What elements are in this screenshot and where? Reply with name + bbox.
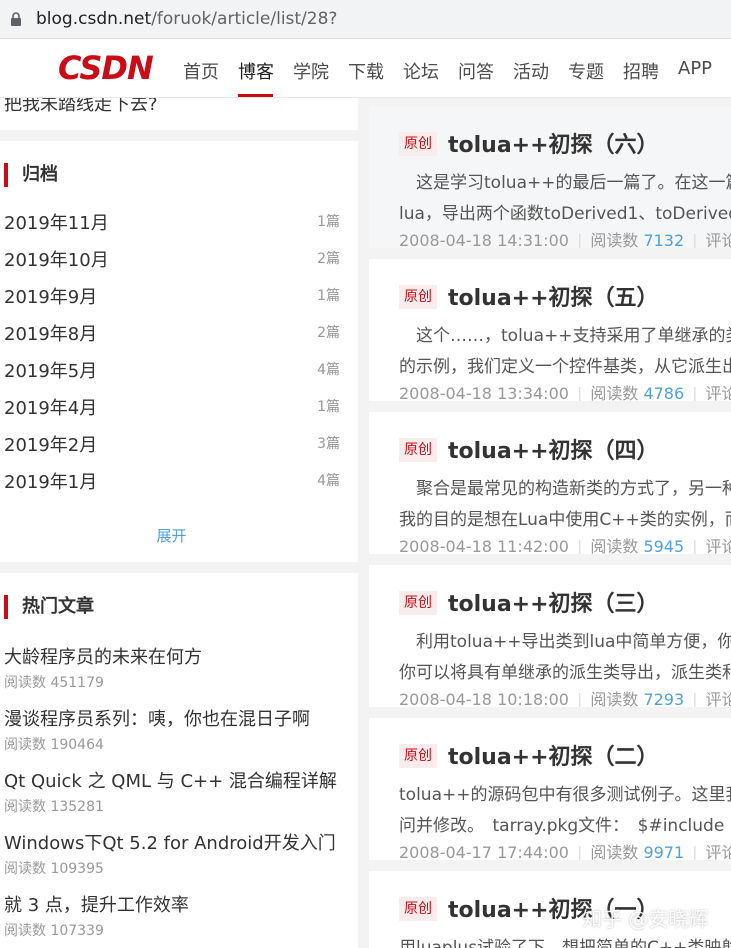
article-meta: 2008-04-18 14:31:00|阅读数 7132|评论数 (399, 231, 731, 248)
hot-article-reads: 阅读数 190464 (4, 737, 104, 753)
hot-article-reads: 阅读数 135281 (4, 799, 104, 815)
archive-month[interactable]: 2019年2月 (4, 431, 97, 457)
lock-icon (10, 12, 22, 26)
nav-item-forum[interactable]: 论坛 (403, 58, 439, 84)
archive-count: 1篇 (317, 214, 340, 230)
sidebar-card-cut: 把我未踏线走下去? (0, 98, 358, 130)
article-date: 2008-04-18 10:18:00 (399, 690, 569, 707)
browser-address-bar[interactable]: blog.csdn.net/foruok/article/list/28? (0, 0, 731, 39)
article-title-link[interactable]: tolua++初探（五） (448, 280, 659, 312)
article-date: 2008-04-18 11:42:00 (399, 537, 569, 554)
article-excerpt[interactable]: 这个……，tolua++支持采用了单继承的类 的示例，我们定义一个控件基类，从它派… (399, 321, 731, 383)
article-meta: 2008-04-18 11:42:00|阅读数 5945|评论数 (399, 537, 731, 554)
archive-count: 1篇 (317, 288, 340, 304)
archive-expand-link[interactable]: 展开 (0, 525, 343, 546)
article-excerpt[interactable]: 这是学习tolua++的最后一篇了。在这一篇 lua，导出两个函数toDerive… (399, 168, 731, 230)
hot-article-link[interactable]: 漫谈程序员系列：咦，你也在混日子啊 (4, 705, 310, 731)
article-title-link[interactable]: tolua++初探（六） (448, 127, 659, 159)
read-count: 7132 (643, 231, 685, 248)
archive-row[interactable]: 2019年4月 1篇 (4, 394, 340, 420)
archive-row[interactable]: 2019年8月 2篇 (4, 320, 340, 346)
zhihu-watermark: 知乎 @安晓辉 (582, 907, 709, 931)
article-meta: 2008-04-18 10:18:00|阅读数 7293|评论数 (399, 690, 731, 707)
original-badge: 原创 (399, 285, 437, 309)
hot-articles-card: 热门文章 大龄程序员的未来在何方 阅读数 451179 漫谈程序员系列：咦，你也… (0, 573, 358, 948)
archive-row[interactable]: 2019年1月 4篇 (4, 468, 340, 494)
csdn-logo[interactable]: CSDN (58, 50, 156, 84)
archive-month[interactable]: 2019年8月 (4, 320, 97, 346)
original-badge: 原创 (399, 591, 437, 615)
archive-month[interactable]: 2019年1月 (4, 468, 97, 494)
hot-articles-title: 热门文章 (4, 595, 94, 619)
archive-month[interactable]: 2019年9月 (4, 283, 97, 309)
archive-month[interactable]: 2019年5月 (4, 357, 97, 383)
archive-month[interactable]: 2019年4月 (4, 394, 97, 420)
archive-month[interactable]: 2019年11月 (4, 209, 109, 235)
archive-card: 归档 2019年11月 1篇 2019年10月 2篇 2019年9月 1篇 2019年… (0, 141, 358, 562)
article-item[interactable]: 原创 tolua++初探（六） 这是学习tolua++的最后一篇了。在这一篇 lu… (369, 106, 731, 248)
article-excerpt[interactable]: 用luaplus试验了下，想把简单的C++类映射 (399, 933, 731, 948)
nav-item-app[interactable]: APP (678, 58, 712, 79)
cut-off-text: 把我未踏线走下去? (4, 98, 158, 115)
article-excerpt[interactable]: tolua++的源码包中有很多测试例子。这里我 问并修改。 tarray.pkg文… (399, 780, 731, 842)
archive-count: 1篇 (317, 399, 340, 415)
article-title-link[interactable]: tolua++初探（三） (448, 586, 659, 618)
nav-item-blog[interactable]: 博客 (238, 58, 274, 84)
article-date: 2008-04-17 17:44:00 (399, 843, 569, 860)
url-text[interactable]: blog.csdn.net/foruok/article/list/28? (36, 9, 337, 29)
archive-count: 4篇 (317, 473, 340, 489)
hot-article-link[interactable]: Qt Quick 之 QML 与 C++ 混合编程详解 (4, 767, 337, 793)
nav-item-jobs[interactable]: 招聘 (623, 58, 659, 84)
read-count: 5945 (643, 537, 685, 554)
article-excerpt[interactable]: 利用tolua++导出类到lua中简单方便，你 你可以将具有单继承的派生类导出，派… (399, 627, 731, 689)
article-date: 2008-04-18 13:34:00 (399, 384, 569, 401)
archive-count: 2篇 (317, 251, 340, 267)
article-title-link[interactable]: tolua++初探（二） (448, 739, 659, 771)
article-excerpt[interactable]: 聚合是最常见的构造新类的方式了，另一种 我的目的是想在Lua中使用C++类的实例，… (399, 474, 731, 536)
article-meta: 2008-04-17 17:44:00|阅读数 9971|评论数 (399, 843, 731, 860)
nav-item-academy[interactable]: 学院 (293, 58, 329, 84)
archive-row[interactable]: 2019年9月 1篇 (4, 283, 340, 309)
article-meta: 2008-04-18 13:34:00|阅读数 4786|评论数 (399, 384, 731, 401)
hot-article-link[interactable]: Windows下Qt 5.2 for Android开发入门 (4, 829, 336, 855)
archive-count: 2篇 (317, 325, 340, 341)
nav-active-underline (238, 94, 273, 97)
top-nav: CSDN 首页 博客 学院 下载 论坛 问答 活动 专题 招聘 APP (0, 39, 731, 98)
archive-row[interactable]: 2019年5月 4篇 (4, 357, 340, 383)
article-title-link[interactable]: tolua++初探（四） (448, 433, 659, 465)
article-date: 2008-04-18 14:31:00 (399, 231, 569, 248)
nav-item-home[interactable]: 首页 (183, 58, 219, 84)
archive-count: 3篇 (317, 436, 340, 452)
original-badge: 原创 (399, 132, 437, 156)
hot-article-reads: 阅读数 109395 (4, 861, 104, 877)
article-item[interactable]: 原创 tolua++初探（四） 聚合是最常见的构造新类的方式了，另一种 我的目的是… (369, 412, 731, 554)
article-item[interactable]: 原创 tolua++初探（五） 这个……，tolua++支持采用了单继承的类 的示… (369, 259, 731, 401)
archive-count: 4篇 (317, 362, 340, 378)
article-item[interactable]: 原创 tolua++初探（二） tolua++的源码包中有很多测试例子。这里我问… (369, 718, 731, 860)
nav-item-download[interactable]: 下载 (348, 58, 384, 84)
svg-text:CSDN: CSDN (58, 50, 154, 84)
hot-article-reads: 阅读数 451179 (4, 675, 104, 691)
archive-month[interactable]: 2019年10月 (4, 246, 109, 272)
original-badge: 原创 (399, 897, 437, 921)
hot-article-link[interactable]: 就 3 点，提升工作效率 (4, 891, 189, 917)
read-count: 7293 (643, 690, 685, 707)
archive-row[interactable]: 2019年2月 3篇 (4, 431, 340, 457)
nav-item-events[interactable]: 活动 (513, 58, 549, 84)
nav-item-topics[interactable]: 专题 (568, 58, 604, 84)
archive-row[interactable]: 2019年11月 1篇 (4, 209, 340, 235)
original-badge: 原创 (399, 744, 437, 768)
article-item[interactable]: 原创 tolua++初探（三） 利用tolua++导出类到lua中简单方便，你你… (369, 565, 731, 707)
read-count: 9971 (643, 843, 685, 860)
nav-item-qa[interactable]: 问答 (458, 58, 494, 84)
original-badge: 原创 (399, 438, 437, 462)
read-count: 4786 (643, 384, 685, 401)
archive-title: 归档 (4, 163, 58, 187)
archive-row[interactable]: 2019年10月 2篇 (4, 246, 340, 272)
hot-article-reads: 阅读数 107339 (4, 923, 104, 939)
hot-article-link[interactable]: 大龄程序员的未来在何方 (4, 643, 202, 669)
